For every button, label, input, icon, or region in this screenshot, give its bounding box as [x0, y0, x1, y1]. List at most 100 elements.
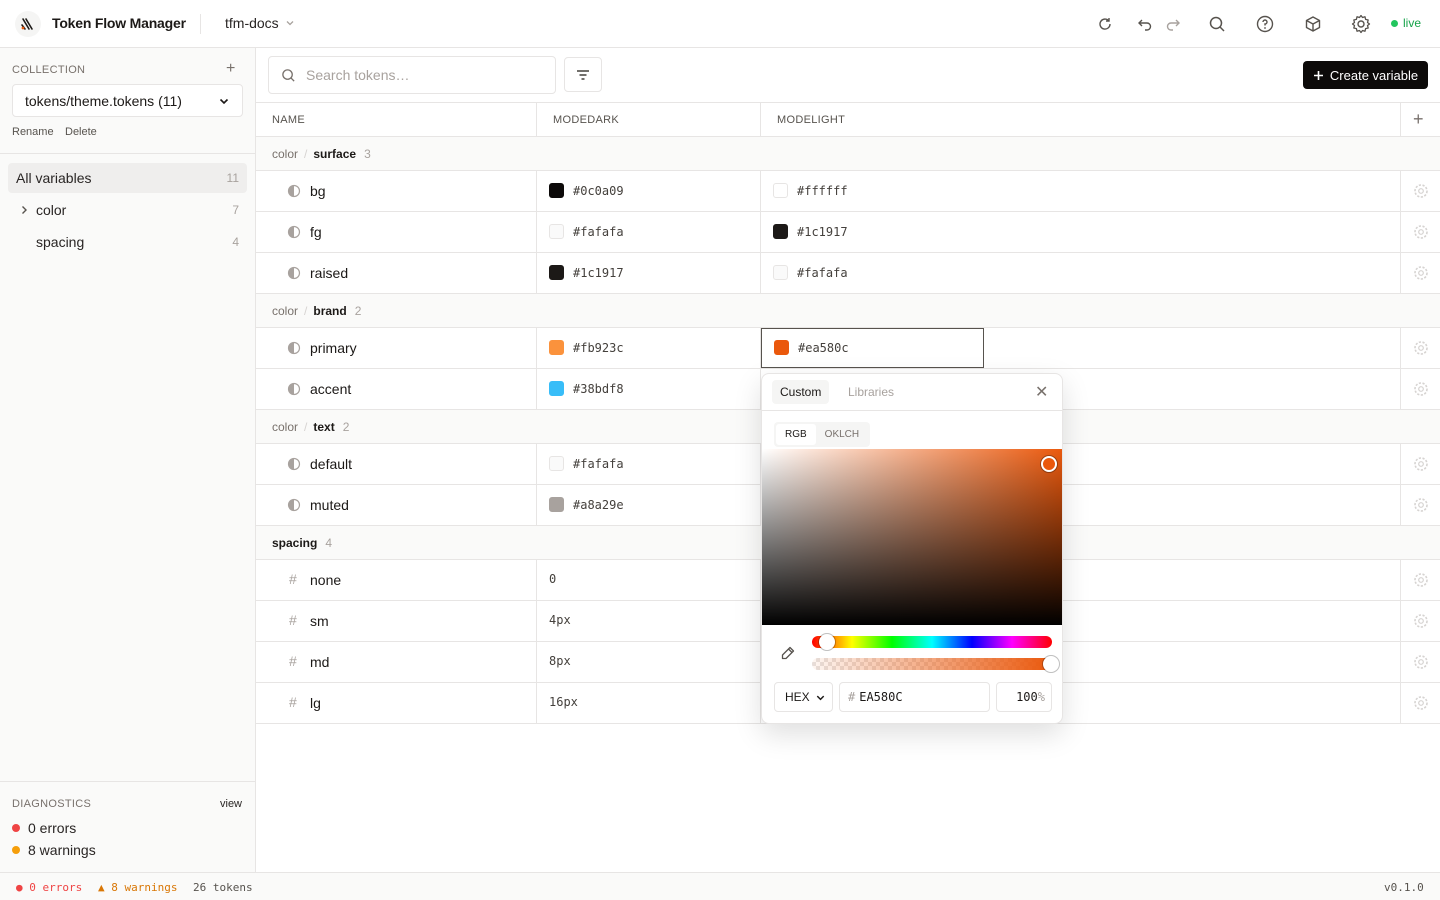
row-settings-gear-icon[interactable] — [1413, 497, 1429, 513]
row-settings-gear-icon[interactable] — [1413, 183, 1429, 199]
value-cell-dark[interactable]: #fafafa — [549, 456, 624, 471]
table-row[interactable]: raised #1c1917 #fafafa — [256, 253, 1440, 294]
create-variable-button[interactable]: Create variable — [1303, 61, 1428, 89]
alpha-slider[interactable] — [812, 658, 1052, 670]
add-mode-icon[interactable]: + — [1413, 109, 1424, 130]
saturation-value-area[interactable] — [762, 449, 1062, 625]
project-switcher[interactable]: tfm-docs — [225, 15, 295, 31]
filter-button[interactable] — [564, 57, 602, 92]
selected-value-cell[interactable]: #ea580c — [761, 328, 984, 368]
diagnostics-warnings[interactable]: 8 warnings — [12, 842, 96, 858]
search-icon[interactable] — [1205, 12, 1229, 36]
value-cell-dark[interactable]: 4px — [549, 613, 571, 627]
live-status: live — [1391, 16, 1421, 30]
chevron-down-icon — [219, 98, 229, 104]
divider — [200, 14, 201, 34]
divider — [762, 410, 1062, 411]
status-errors[interactable]: ● 0 errors — [16, 881, 82, 894]
value-cell-dark[interactable]: 0 — [549, 572, 556, 586]
sidebar-item-color[interactable]: color 7 — [8, 195, 247, 225]
column-divider — [536, 601, 537, 642]
hue-slider-handle[interactable] — [819, 634, 835, 650]
group-prefix: color — [272, 303, 299, 318]
column-divider — [536, 253, 537, 294]
group-prefix: color — [272, 146, 299, 161]
row-settings-gear-icon[interactable] — [1413, 340, 1429, 356]
value-cell-light[interactable]: #fafafa — [773, 265, 848, 280]
token-name: md — [310, 654, 330, 670]
table-row[interactable]: bg #0c0a09 #ffffff — [256, 171, 1440, 212]
row-settings-gear-icon[interactable] — [1413, 695, 1429, 711]
settings-gear-icon[interactable] — [1349, 12, 1373, 36]
value-text: #1c1917 — [573, 265, 624, 280]
value-cell-dark[interactable]: #0c0a09 — [549, 183, 624, 198]
package-icon[interactable] — [1301, 12, 1325, 36]
help-icon[interactable] — [1253, 12, 1277, 36]
table-row[interactable]: fg #fafafa #1c1917 — [256, 212, 1440, 253]
value-cell-light[interactable]: #ea580c — [774, 340, 849, 355]
row-settings-gear-icon[interactable] — [1413, 456, 1429, 472]
rename-link[interactable]: Rename — [12, 126, 54, 138]
alpha-slider-handle[interactable] — [1043, 656, 1059, 672]
search-input[interactable]: Search tokens… — [268, 56, 556, 94]
alpha-input[interactable]: 100% — [996, 682, 1052, 712]
color-swatch — [549, 340, 564, 355]
row-settings-gear-icon[interactable] — [1413, 224, 1429, 240]
number-token-icon: # — [289, 653, 297, 669]
diagnostics-view-link[interactable]: view — [220, 798, 242, 810]
column-divider — [536, 369, 537, 410]
group-count: 2 — [354, 303, 362, 318]
value-cell-dark[interactable]: 16px — [549, 695, 578, 709]
value-cell-dark[interactable]: #fafafa — [549, 224, 624, 239]
eyedropper-icon[interactable] — [780, 645, 796, 661]
value-cell-light[interactable]: #ffffff — [773, 183, 848, 198]
token-name: bg — [310, 183, 326, 199]
value-cell-dark[interactable]: #a8a29e — [549, 497, 624, 512]
column-divider — [1400, 683, 1401, 724]
status-warnings[interactable]: ▲ 8 warnings — [98, 881, 177, 894]
plus-icon — [1313, 70, 1323, 80]
token-name: fg — [310, 224, 322, 240]
value-cell-dark[interactable]: #1c1917 — [549, 265, 624, 280]
row-settings-gear-icon[interactable] — [1413, 613, 1429, 629]
hue-slider[interactable] — [812, 636, 1052, 648]
value-cell-dark[interactable]: #38bdf8 — [549, 381, 624, 396]
row-settings-gear-icon[interactable] — [1413, 265, 1429, 281]
close-icon[interactable]: ✕ — [1035, 382, 1048, 402]
column-divider — [536, 683, 537, 724]
value-cell-light[interactable]: #1c1917 — [773, 224, 848, 239]
value-cell-dark[interactable]: #fb923c — [549, 340, 624, 355]
column-header-name[interactable]: NAME — [272, 114, 305, 126]
hex-input[interactable]: # EA580C — [839, 682, 990, 712]
diagnostics-errors[interactable]: 0 errors — [12, 820, 76, 836]
mode-rgb[interactable]: RGB — [776, 424, 816, 445]
app-logo-icon — [15, 11, 41, 37]
color-format-select[interactable]: HEX — [774, 682, 833, 712]
refresh-icon[interactable] — [1093, 12, 1117, 36]
chevron-right-icon[interactable] — [18, 204, 30, 216]
tab-libraries[interactable]: Libraries — [840, 380, 902, 404]
column-header-modelight[interactable]: MODELIGHT — [777, 114, 845, 126]
mode-oklch[interactable]: OKLCH — [816, 424, 868, 445]
saturation-value-handle[interactable] — [1041, 456, 1057, 472]
sidebar-item-spacing[interactable]: spacing 4 — [8, 227, 247, 257]
value-cell-dark[interactable]: 8px — [549, 654, 571, 668]
row-settings-gear-icon[interactable] — [1413, 654, 1429, 670]
group-name: surface — [313, 146, 357, 161]
sidebar-item-all-variables[interactable]: All variables 11 — [8, 163, 247, 193]
redo-icon[interactable] — [1161, 12, 1185, 36]
column-header-modedark[interactable]: MODEDARK — [553, 114, 619, 126]
delete-link[interactable]: Delete — [65, 126, 97, 138]
undo-icon[interactable] — [1133, 12, 1157, 36]
add-collection-icon[interactable]: + — [226, 60, 235, 78]
hex-prefix: # — [848, 690, 856, 704]
row-settings-gear-icon[interactable] — [1413, 572, 1429, 588]
group-header: color / brand 2 — [256, 294, 1440, 328]
column-divider — [760, 212, 761, 253]
color-token-icon — [287, 498, 301, 512]
group-separator: / — [304, 303, 308, 318]
top-bar: Token Flow Manager tfm-docs live — [0, 0, 1440, 48]
collection-select[interactable]: tokens/theme.tokens (11) — [12, 84, 243, 117]
tab-custom[interactable]: Custom — [772, 380, 830, 404]
row-settings-gear-icon[interactable] — [1413, 381, 1429, 397]
